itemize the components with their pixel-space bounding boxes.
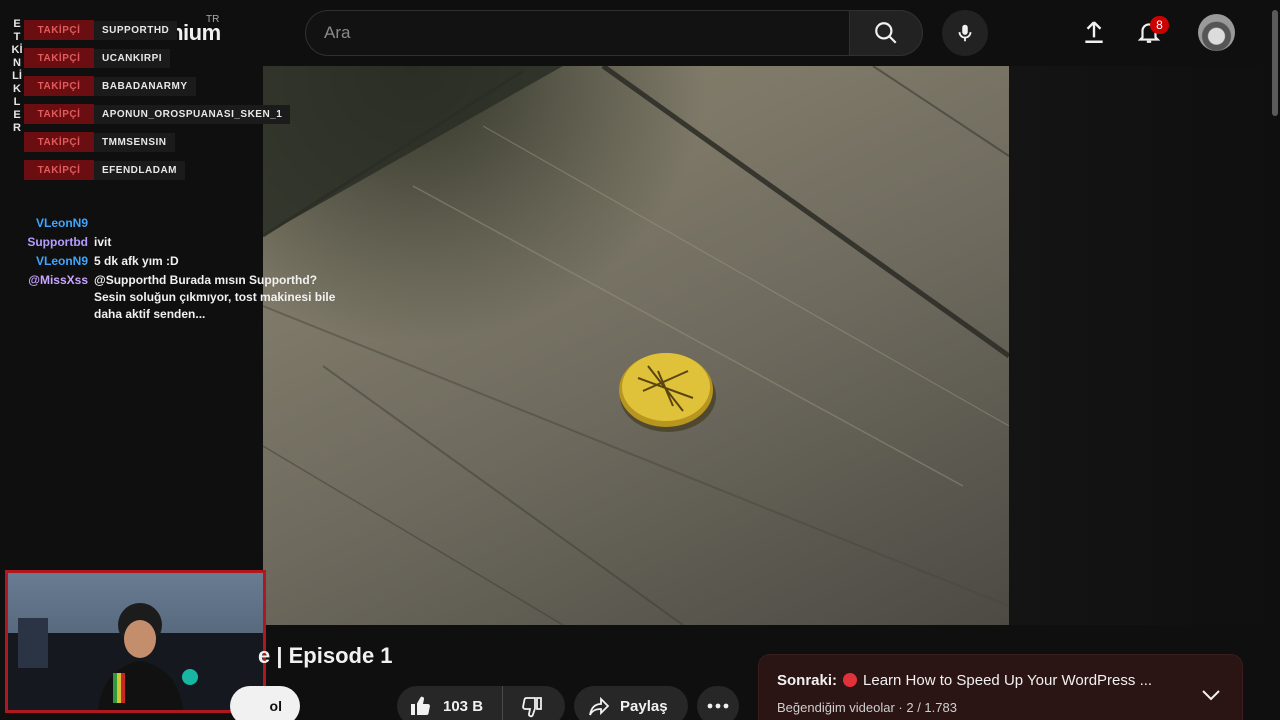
more-actions-button[interactable] bbox=[697, 686, 739, 720]
expand-button[interactable] bbox=[1199, 683, 1223, 707]
chat-username: @MissXss bbox=[28, 273, 88, 287]
share-button[interactable]: Paylaş bbox=[574, 686, 688, 720]
follower-row: TAKİPÇİ UCANKIRPI bbox=[24, 47, 171, 69]
follower-tag: TAKİPÇİ bbox=[24, 160, 94, 180]
follower-name: APONUN_OROSPUANASI_SKEN_1 bbox=[94, 104, 291, 124]
microphone-icon bbox=[958, 24, 972, 42]
more-icon bbox=[707, 703, 729, 709]
up-next-prefix: Sonraki: bbox=[777, 672, 838, 689]
notification-count-badge: 8 bbox=[1150, 16, 1169, 34]
avatar[interactable] bbox=[1198, 14, 1235, 51]
search-input[interactable] bbox=[305, 10, 850, 56]
search-icon bbox=[875, 22, 897, 44]
logo-country-code: TR bbox=[206, 14, 220, 25]
search-button[interactable] bbox=[849, 10, 923, 56]
follower-tag: TAKİPÇİ bbox=[24, 76, 94, 96]
like-button[interactable]: 103 B bbox=[397, 686, 503, 720]
chat-username: Supportbd bbox=[27, 235, 88, 249]
follower-tag: TAKİPÇİ bbox=[24, 48, 94, 68]
follower-tag: TAKİPÇİ bbox=[24, 20, 94, 40]
chat-message: Supportbd ivit bbox=[24, 234, 352, 251]
subscribe-button[interactable]: ol bbox=[230, 686, 300, 720]
follower-tag: TAKİPÇİ bbox=[24, 132, 94, 152]
upload-button[interactable] bbox=[1076, 14, 1112, 50]
share-label: Paylaş bbox=[620, 697, 668, 715]
follower-name: TMMSENSIN bbox=[94, 132, 175, 152]
video-frame bbox=[263, 66, 1009, 625]
up-next-playlist: Beğendiğim videolar · 2 / 1.783 bbox=[777, 700, 957, 715]
dislike-button[interactable] bbox=[503, 686, 563, 720]
top-bar: Premium TR 8 bbox=[0, 0, 1280, 66]
up-next-card[interactable]: Sonraki: Learn How to Speed Up Your WordP… bbox=[758, 654, 1243, 720]
follower-row: TAKİPÇİ TMMSENSIN bbox=[24, 131, 175, 153]
follower-name: SUPPORTHD bbox=[94, 20, 178, 40]
thumbs-down-icon bbox=[522, 697, 542, 718]
chat-username: VLeonN9 bbox=[35, 216, 88, 230]
chat-text: ivit bbox=[94, 235, 112, 249]
scrollbar-thumb[interactable] bbox=[1272, 10, 1278, 116]
side-background bbox=[1009, 66, 1280, 625]
record-dot-icon bbox=[843, 673, 858, 687]
video-title: e | Episode 1 bbox=[258, 643, 393, 668]
like-count: 103 B bbox=[443, 697, 484, 715]
like-dislike-group: 103 B bbox=[397, 686, 565, 720]
events-label: ETKİNLİKLER bbox=[11, 18, 23, 134]
follower-name: BABADANARMY bbox=[94, 76, 196, 96]
chat-message: VLeonN9 bbox=[24, 215, 352, 232]
up-next-line: Sonraki: Learn How to Speed Up Your WordP… bbox=[777, 672, 1197, 689]
follower-row: TAKİPÇİ APONUN_OROSPUANASI_SKEN_1 bbox=[24, 103, 291, 125]
chevron-down-icon bbox=[1202, 690, 1220, 701]
voice-search-button[interactable] bbox=[942, 10, 988, 56]
chat-username: VLeonN9 bbox=[35, 254, 88, 268]
chat-message: @MissXss @Supporthd Burada mısın Supporth… bbox=[24, 272, 352, 323]
video-player[interactable] bbox=[263, 66, 1009, 625]
chat-text: 5 dk afk yım :D bbox=[94, 254, 179, 268]
upload-icon bbox=[1085, 21, 1103, 43]
share-icon bbox=[589, 696, 610, 716]
follower-name: EFENDLADAM bbox=[94, 160, 185, 180]
follower-tag: TAKİPÇİ bbox=[24, 104, 94, 124]
streamer-webcam bbox=[5, 570, 266, 713]
follower-row: TAKİPÇİ EFENDLADAM bbox=[24, 159, 185, 181]
up-next-title: Learn How to Speed Up Your WordPress ... bbox=[863, 672, 1153, 689]
follower-name: UCANKIRPI bbox=[94, 48, 171, 68]
chat-text: @Supporthd Burada mısın Supporthd? Sesin… bbox=[94, 273, 336, 321]
thumbs-up-icon bbox=[411, 696, 430, 716]
webcam-image bbox=[8, 573, 263, 710]
follower-row: TAKİPÇİ BABADANARMY bbox=[24, 75, 196, 97]
chat-message: VLeonN9 5 dk afk yım :D bbox=[24, 253, 352, 270]
follower-row: TAKİPÇİ SUPPORTHD bbox=[24, 19, 178, 41]
